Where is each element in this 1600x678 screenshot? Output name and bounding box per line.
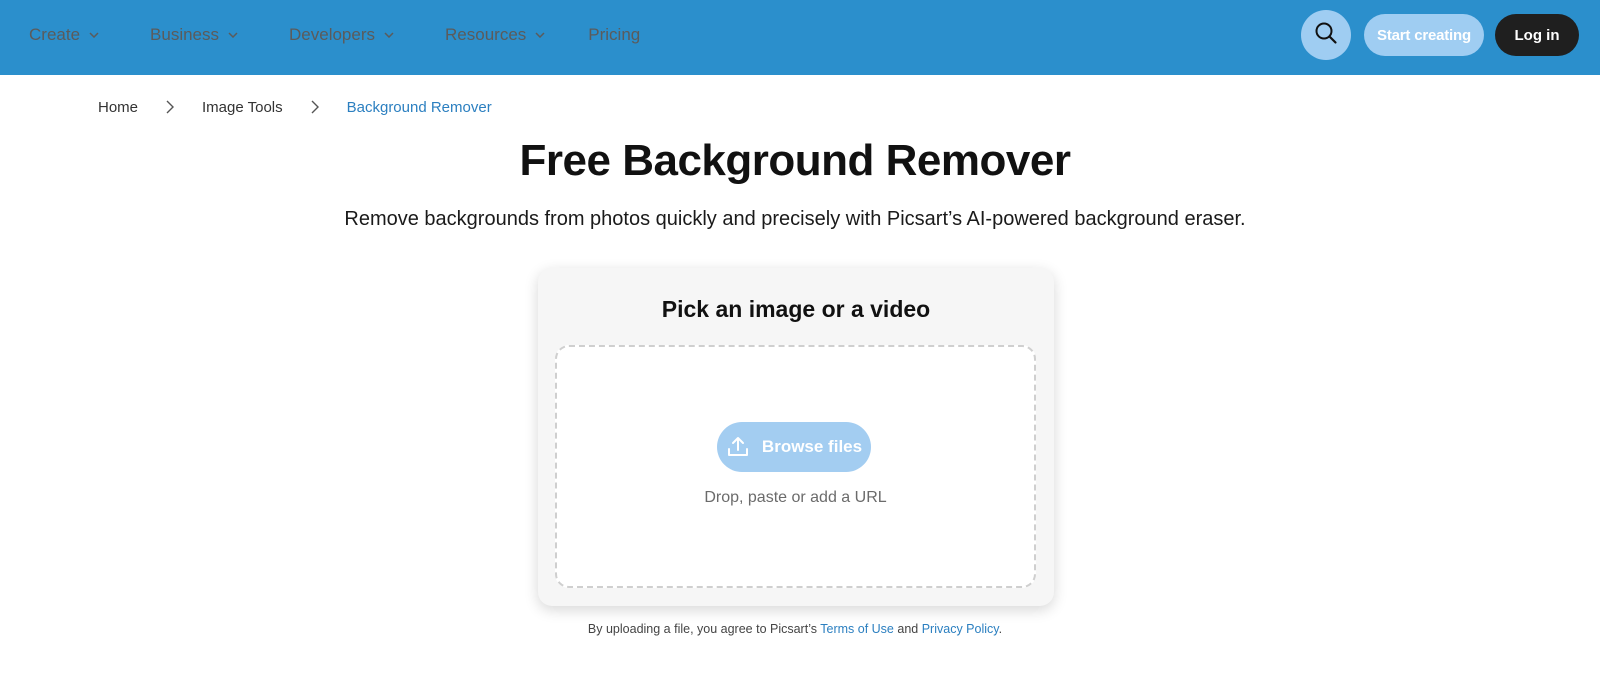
upload-card-title: Pick an image or a video [661,296,931,322]
start-creating-button[interactable]: Start creating [1364,14,1484,56]
nav-business-label: Business [150,25,220,44]
main-nav: Create Business Developers Resources Pri… [29,0,690,70]
page-subtitle: Remove backgrounds from photos quickly a… [344,208,1246,230]
nav-create-label: Create [29,25,81,44]
terms-of-use-link[interactable]: Terms of Use [820,622,894,636]
file-dropzone[interactable]: Browse files Drop, paste or add a URL [555,345,1036,588]
legal-notice: By uploading a file, you agree to Picsar… [0,622,1590,636]
breadcrumb-home[interactable]: Home [98,99,138,116]
browse-files-button[interactable]: Browse files [717,422,871,472]
chevron-right-icon [166,100,175,114]
search-button[interactable] [1301,10,1351,60]
nav-pricing[interactable]: Pricing [588,25,640,45]
legal-suffix: . [998,622,1003,636]
upload-card: Pick an image or a video Browse files Dr… [538,268,1054,606]
chevron-right-icon [311,100,319,114]
chevron-down-icon [227,29,239,41]
chevron-down-icon [383,29,395,41]
dropzone-hint: Drop, paste or add a URL [704,489,887,506]
nav-resources[interactable]: Resources [445,25,546,45]
legal-prefix: By uploading a file, you agree to Picsar… [587,622,817,636]
search-icon [1314,21,1338,50]
privacy-policy-link[interactable]: Privacy Policy [922,622,999,636]
nav-business[interactable]: Business [150,25,239,45]
breadcrumb-background-remover[interactable]: Background Remover [347,99,492,116]
chevron-down-icon [534,29,546,41]
login-button[interactable]: Log in [1495,14,1579,56]
nav-resources-label: Resources [445,25,527,44]
browse-files-label: Browse files [761,437,863,456]
top-navigation-bar: Create Business Developers Resources Pri… [0,0,1600,75]
nav-developers-label: Developers [289,25,376,44]
nav-create[interactable]: Create [29,25,100,45]
nav-pricing-label: Pricing [588,25,641,44]
page-title: Free Background Remover [519,136,1071,185]
breadcrumb-image-tools[interactable]: Image Tools [202,99,283,116]
breadcrumb: Home Image Tools Background Remover [98,96,492,118]
nav-developers[interactable]: Developers [289,25,395,45]
upload-icon [726,435,750,459]
legal-and: and [897,622,919,636]
chevron-down-icon [88,29,100,41]
